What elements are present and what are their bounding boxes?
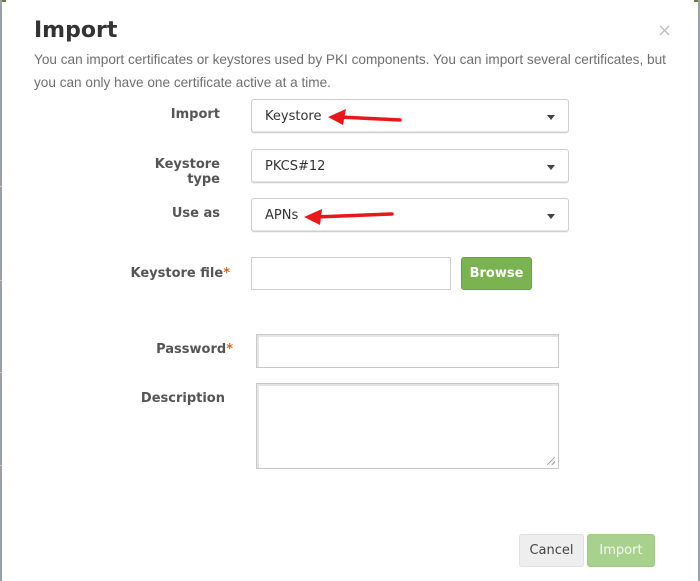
keystore-file-label-text: Keystore file [130,266,224,281]
cancel-button[interactable]: Cancel [519,534,584,567]
import-button[interactable]: Import [587,534,655,567]
description-label: Description [140,391,225,406]
password-label: Password* [140,342,233,357]
use-as-select-value: APNs [265,208,299,223]
keystore-type-select-value: PKCS#12 [265,159,326,174]
chevron-down-icon [547,165,555,170]
dialog-title: Import [34,18,118,43]
keystore-file-input[interactable] [251,257,451,290]
password-label-text: Password [156,342,227,357]
import-select[interactable]: Keystore [251,99,569,133]
import-dialog: Import × You can import certificates or … [2,2,698,579]
chevron-down-icon [547,214,555,219]
description-textarea[interactable] [256,383,559,469]
annotation-arrow-icon [328,109,402,125]
use-as-label: Use as [171,206,220,221]
close-icon[interactable]: × [657,22,672,40]
import-select-value: Keystore [265,109,322,124]
dialog-description: You can import certificates or keystores… [34,52,666,90]
keystore-file-label: Keystore file* [120,266,231,281]
required-mark: * [223,266,230,281]
chevron-down-icon [547,115,555,120]
browse-button[interactable]: Browse [461,257,532,290]
annotation-arrow-icon [304,209,394,225]
import-label: Import [170,107,220,122]
keystore-type-select[interactable]: PKCS#12 [251,149,569,183]
password-field[interactable] [256,334,559,368]
required-mark: * [226,342,233,357]
keystore-type-label: Keystore type [154,157,220,187]
use-as-select[interactable]: APNs [251,198,569,232]
resize-handle-icon[interactable] [547,457,555,465]
